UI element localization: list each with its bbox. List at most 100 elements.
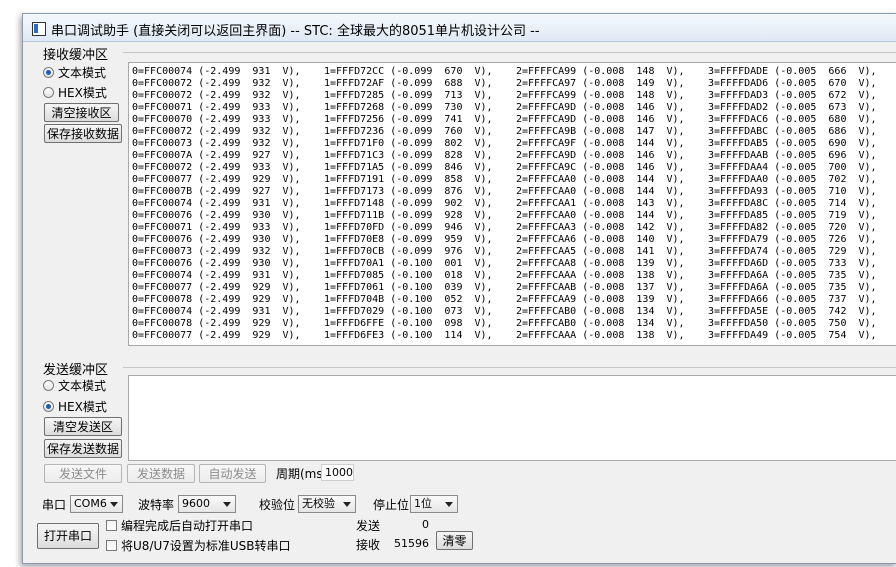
open-port-button[interactable]: 打开串口	[37, 523, 99, 549]
channel-1-reading: 1=FFFD6FE3 (-0.100 114 V),	[324, 330, 493, 341]
channel-0-reading: 0=FFC0007A (-2.499 927 V),	[132, 150, 301, 161]
serial-assistant-window: 串口调试助手 (直接关闭可以返回主界面) -- STC: 全球最大的8051单片…	[22, 13, 896, 564]
channel-3-reading: 3=FFFFDA49 (-0.005 754 V),	[708, 330, 877, 341]
channel-2-reading: 2=FFFFCAA0 (-0.008 144 V),	[516, 210, 685, 221]
baud-value: 9600	[182, 497, 210, 510]
radio-unselected-icon	[43, 86, 54, 98]
channel-2-reading: 2=FFFFCAA0 (-0.008 144 V),	[516, 174, 685, 185]
channel-1-reading: 1=FFFD72AF (-0.099 688 V),	[324, 78, 493, 89]
receive-line: 0=FFC00074 (-2.499 931 V), 1=FFFD72CC (-0…	[129, 66, 896, 78]
send-group-border	[123, 367, 896, 368]
receive-hex-mode-radio[interactable]: HEX模式	[43, 84, 107, 100]
port-label: 串口	[42, 498, 67, 512]
receive-hex-mode-label: HEX模式	[58, 85, 107, 100]
channel-0-reading: 0=FFC00072 (-2.499 932 V),	[132, 90, 301, 101]
receive-line: 0=FFC0007A (-2.499 927 V), 1=FFFD71C3 (-0…	[129, 150, 896, 162]
receive-line: 0=FFC00072 (-2.499 932 V), 1=FFFD7236 (-0…	[129, 126, 896, 138]
receive-line: 0=FFC00074 (-2.499 931 V), 1=FFFD7029 (-0…	[129, 306, 896, 318]
channel-0-reading: 0=FFC00072 (-2.499 932 V),	[132, 126, 301, 137]
channel-1-reading: 1=FFFD7085 (-0.100 018 V),	[324, 270, 493, 281]
receive-line: 0=FFC00076 (-2.499 930 V), 1=FFFD711B (-0…	[129, 210, 896, 222]
channel-0-reading: 0=FFC00076 (-2.499 930 V),	[132, 210, 301, 221]
channel-1-reading: 1=FFFD7285 (-0.099 713 V),	[324, 90, 493, 101]
send-text-mode-label: 文本模式	[58, 378, 107, 393]
channel-1-reading: 1=FFFD7173 (-0.099 876 V),	[324, 186, 493, 197]
send-text-mode-radio[interactable]: 文本模式	[43, 377, 106, 393]
channel-3-reading: 3=FFFFDAA4 (-0.005 700 V),	[708, 162, 877, 173]
channel-0-reading: 0=FFC00076 (-2.499 930 V),	[132, 234, 301, 245]
channel-3-reading: 3=FFFFDA66 (-0.005 737 V),	[708, 294, 877, 305]
port-value: COM6	[74, 497, 107, 510]
channel-3-reading: 3=FFFFDAC6 (-0.005 680 V),	[708, 114, 877, 125]
send-hex-mode-radio[interactable]: HEX模式	[43, 398, 107, 414]
channel-2-reading: 2=FFFFCAA3 (-0.008 142 V),	[516, 222, 685, 233]
channel-3-reading: 3=FFFFDAB5 (-0.005 690 V),	[708, 138, 877, 149]
send-hex-mode-label: HEX模式	[58, 399, 107, 414]
channel-2-reading: 2=FFFFCA9D (-0.008 146 V),	[516, 114, 685, 125]
receive-line: 0=FFC00072 (-2.499 933 V), 1=FFFD71A5 (-0…	[129, 162, 896, 174]
channel-1-reading: 1=FFFD71F0 (-0.099 802 V),	[324, 138, 493, 149]
channel-1-reading: 1=FFFD7061 (-0.100 039 V),	[324, 282, 493, 293]
clear-receive-button[interactable]: 清空接收区	[44, 103, 119, 122]
parity-label: 校验位	[259, 498, 296, 512]
save-receive-button[interactable]: 保存接收数据	[44, 124, 122, 143]
channel-3-reading: 3=FFFFDAD3 (-0.005 672 V),	[708, 90, 877, 101]
title-bar[interactable]: 串口调试助手 (直接关闭可以返回主界面) -- STC: 全球最大的8051单片…	[23, 14, 896, 42]
receive-line: 0=FFC00078 (-2.499 929 V), 1=FFFD704B (-0…	[129, 294, 896, 306]
chevron-down-icon	[343, 502, 351, 507]
channel-0-reading: 0=FFC00078 (-2.499 929 V),	[132, 318, 301, 329]
receive-group-label: 接收缓冲区	[41, 44, 111, 63]
channel-0-reading: 0=FFC00074 (-2.499 931 V),	[132, 270, 301, 281]
baud-select[interactable]: 9600	[178, 495, 236, 513]
sent-count-value: 0	[382, 517, 429, 532]
channel-1-reading: 1=FFFD70CB (-0.099 976 V),	[324, 246, 493, 257]
receive-text-area[interactable]: 0=FFC00074 (-2.499 931 V), 1=FFFD72CC (-0…	[128, 62, 896, 346]
channel-0-reading: 0=FFC00077 (-2.499 929 V),	[132, 330, 301, 341]
port-select[interactable]: COM6	[70, 495, 123, 513]
send-text-area[interactable]	[128, 375, 896, 461]
channel-2-reading: 2=FFFFCA9F (-0.008 144 V),	[516, 138, 685, 149]
radio-selected-icon	[43, 400, 54, 412]
channel-0-reading: 0=FFC00078 (-2.499 929 V),	[132, 294, 301, 305]
send-data-button[interactable]: 发送数据	[127, 464, 195, 483]
checkbox-unchecked-icon	[106, 539, 117, 551]
channel-0-reading: 0=FFC0007B (-2.499 927 V),	[132, 186, 301, 197]
parity-value: 无校验	[302, 497, 335, 510]
receive-line: 0=FFC00076 (-2.499 930 V), 1=FFFD70A1 (-0…	[129, 258, 896, 270]
receive-line: 0=FFC00071 (-2.499 933 V), 1=FFFD70FD (-0…	[129, 222, 896, 234]
channel-0-reading: 0=FFC00072 (-2.499 933 V),	[132, 162, 301, 173]
channel-0-reading: 0=FFC00077 (-2.499 929 V),	[132, 282, 301, 293]
channel-3-reading: 3=FFFFDA6A (-0.005 735 V),	[708, 270, 877, 281]
stop-bits-select[interactable]: 1位	[410, 495, 458, 513]
channel-1-reading: 1=FFFD71A5 (-0.099 846 V),	[324, 162, 493, 173]
baud-label: 波特率	[138, 498, 175, 512]
clear-send-button[interactable]: 清空发送区	[44, 417, 122, 436]
channel-3-reading: 3=FFFFDADE (-0.005 666 V),	[708, 66, 877, 77]
channel-2-reading: 2=FFFFCA97 (-0.008 149 V),	[516, 78, 685, 89]
save-send-button[interactable]: 保存发送数据	[44, 439, 122, 458]
channel-1-reading: 1=FFFD7256 (-0.099 741 V),	[324, 114, 493, 125]
channel-3-reading: 3=FFFFDA85 (-0.005 719 V),	[708, 210, 877, 221]
auto-open-label: 编程完成后自动打开串口	[121, 518, 254, 533]
recv-count-value: 51596	[382, 536, 429, 551]
channel-2-reading: 2=FFFFCA99 (-0.008 148 V),	[516, 90, 685, 101]
clear-count-button[interactable]: 清零	[436, 531, 473, 550]
channel-2-reading: 2=FFFFCAA1 (-0.008 143 V),	[516, 198, 685, 209]
window-title: 串口调试助手 (直接关闭可以返回主界面) -- STC: 全球最大的8051单片…	[51, 24, 540, 39]
receive-text-mode-radio[interactable]: 文本模式	[43, 64, 106, 80]
channel-1-reading: 1=FFFD7268 (-0.099 730 V),	[324, 102, 493, 113]
auto-send-button[interactable]: 自动发送	[199, 464, 266, 483]
parity-select[interactable]: 无校验	[298, 495, 356, 513]
channel-2-reading: 2=FFFFCA9B (-0.008 147 V),	[516, 126, 685, 137]
usb-serial-checkbox[interactable]: 将U8/U7设置为标准USB转串口	[106, 537, 291, 553]
channel-3-reading: 3=FFFFDA6A (-0.005 735 V),	[708, 282, 877, 293]
period-input[interactable]: 1000	[321, 464, 354, 481]
receive-line: 0=FFC00074 (-2.499 931 V), 1=FFFD7148 (-0…	[129, 198, 896, 210]
channel-0-reading: 0=FFC00070 (-2.499 933 V),	[132, 114, 301, 125]
send-file-button[interactable]: 发送文件	[44, 464, 122, 483]
channel-0-reading: 0=FFC00074 (-2.499 931 V),	[132, 66, 301, 77]
channel-1-reading: 1=FFFD70E8 (-0.099 959 V),	[324, 234, 493, 245]
channel-3-reading: 3=FFFFDA74 (-0.005 729 V),	[708, 246, 877, 257]
auto-open-checkbox[interactable]: 编程完成后自动打开串口	[106, 517, 253, 533]
channel-3-reading: 3=FFFFDAD6 (-0.005 670 V),	[708, 78, 877, 89]
